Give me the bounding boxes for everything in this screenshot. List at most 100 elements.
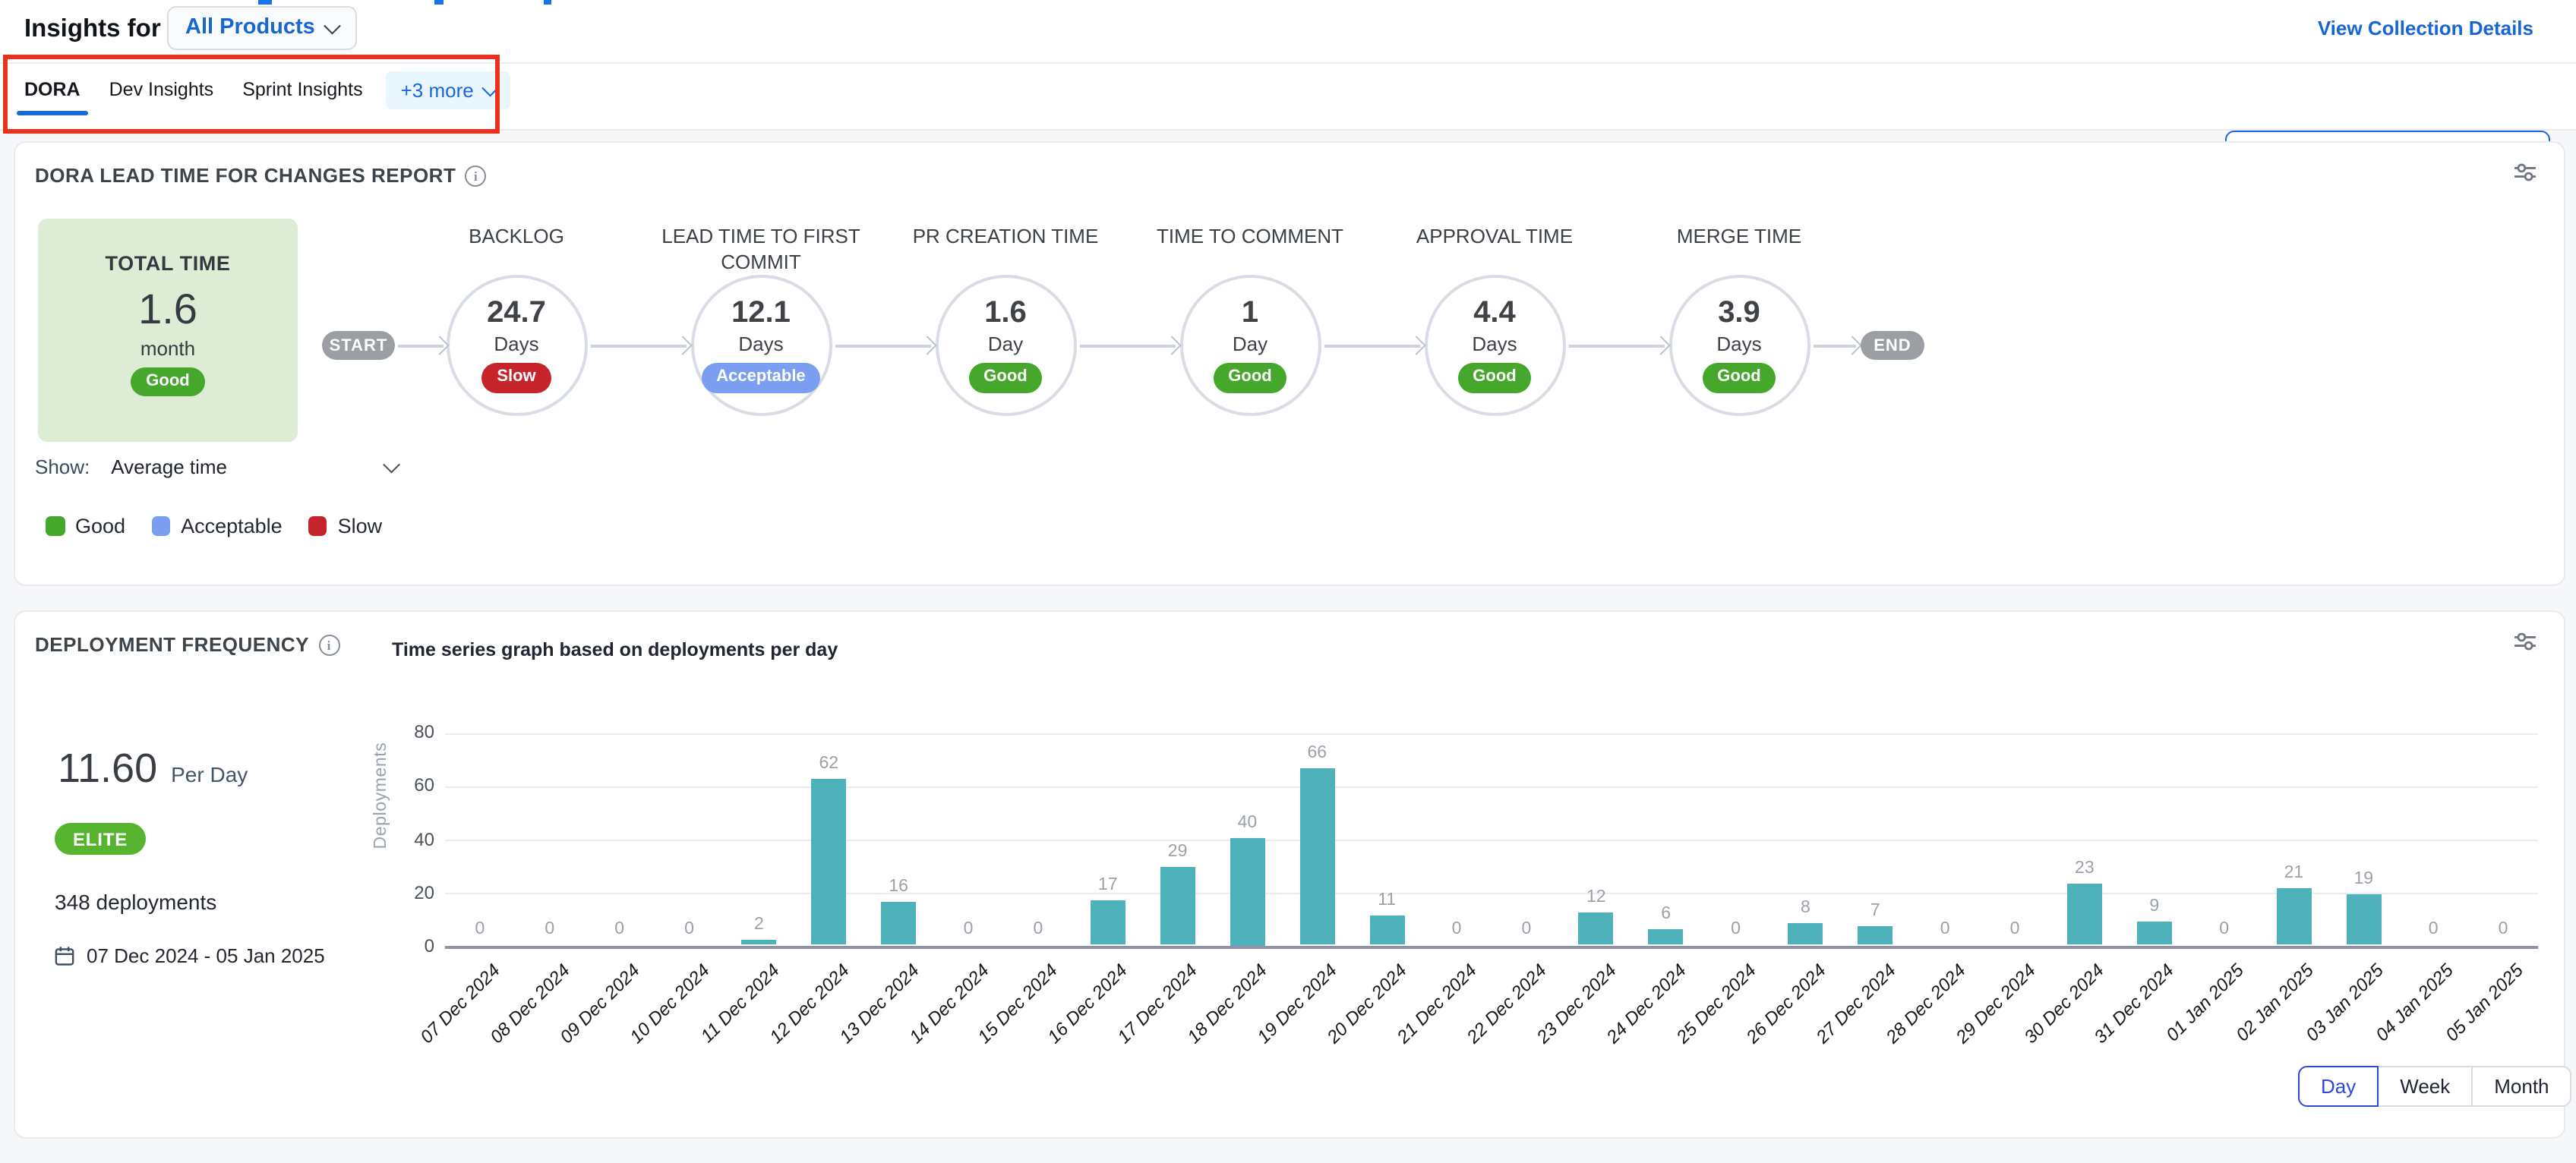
status-legend: Good Acceptable Slow	[46, 515, 382, 537]
flow-start-pill: START	[322, 331, 395, 360]
stage-label: PR CREATION TIME	[884, 223, 1127, 249]
show-label: Show:	[35, 455, 90, 478]
y-axis-tick: 20	[374, 882, 434, 903]
stage-node: 1 Day Good	[1179, 275, 1321, 416]
bar-value-label: 2	[728, 916, 789, 934]
deployment-frequency-card: DEPLOYMENT FREQUENCY i Time series graph…	[14, 610, 2565, 1139]
lead-time-pipeline: START BACKLOG 24.7 Days Slow LEAD TIME TO FIR…	[15, 143, 2564, 585]
bar-value-label: 40	[1217, 814, 1277, 832]
tab-dora[interactable]: DORA	[24, 64, 80, 100]
gridline	[445, 840, 2538, 841]
bar-value-label: 0	[1008, 919, 1069, 938]
stage-label: APPROVAL TIME	[1373, 223, 1616, 249]
stage-status-badge: Good	[1213, 364, 1286, 392]
toggle-week[interactable]: Week	[2377, 1066, 2473, 1107]
chevron-down-icon	[482, 80, 498, 96]
bar-value-label: 8	[1775, 900, 1836, 918]
deployment-bar[interactable]	[1649, 929, 1684, 945]
stage-unit: Day	[1233, 333, 1267, 356]
bar-value-label: 12	[1566, 889, 1627, 907]
chevron-down-icon	[325, 17, 341, 33]
flow-arrow	[1324, 345, 1419, 347]
clipped-content-fragment	[544, 0, 551, 5]
bar-value-label: 0	[938, 919, 999, 938]
stage-value: 1	[1242, 298, 1258, 329]
product-selector-dropdown[interactable]: All Products	[167, 5, 357, 49]
deployment-bar[interactable]	[1788, 924, 1823, 945]
stage-node: 3.9DaysGood	[1668, 275, 1810, 416]
deployment-bar[interactable]	[2137, 921, 2172, 945]
granularity-toggle: DayWeekMonth	[2298, 1066, 2572, 1107]
bar-value-label: 0	[1915, 919, 1975, 938]
stage-status-badge: Good	[1457, 364, 1531, 392]
bar-value-label: 0	[519, 919, 580, 938]
stage-node: 1.6DayGood	[935, 275, 1076, 416]
y-axis-tick: 60	[374, 775, 434, 796]
bar-value-label: 19	[2333, 870, 2394, 888]
stage-value: 3.9	[1718, 298, 1760, 329]
deployment-bar[interactable]	[2276, 889, 2311, 945]
bar-value-label: 66	[1286, 744, 1347, 762]
deployment-bar[interactable]	[1579, 913, 1614, 945]
legend-item: Slow	[308, 515, 383, 537]
legend-swatch	[308, 517, 327, 536]
deployment-bar[interactable]	[1230, 838, 1264, 945]
show-value: Average time	[111, 455, 227, 478]
legend-label: Acceptable	[181, 515, 283, 537]
stage-label: LEAD TIME TO FIRST COMMIT	[639, 223, 882, 275]
toggle-month[interactable]: Month	[2471, 1066, 2571, 1107]
legend-label: Good	[75, 515, 125, 537]
page-title: Insights for	[24, 15, 161, 44]
tab-bar: DORA Dev Insights Sprint Insights +3 mor…	[0, 62, 2576, 131]
toggle-day[interactable]: Day	[2298, 1066, 2379, 1107]
tab-sprint-insights[interactable]: Sprint Insights	[242, 64, 362, 100]
stage-status-badge: Acceptable	[701, 364, 820, 392]
bar-value-label: 0	[450, 919, 510, 938]
stage-unit: Days	[494, 333, 538, 356]
deployment-bar[interactable]	[1369, 916, 1404, 945]
deployment-bar[interactable]	[811, 779, 846, 945]
bar-value-label: 17	[1078, 875, 1138, 894]
deployment-bar[interactable]	[1299, 768, 1334, 945]
bar-value-label: 9	[2124, 897, 2185, 915]
deployment-bar[interactable]	[2346, 894, 2381, 945]
gridline	[445, 786, 2538, 788]
bar-value-label: 0	[2403, 919, 2464, 938]
stage-status-badge: Slow	[481, 364, 551, 392]
tab-dev-insights[interactable]: Dev Insights	[109, 64, 214, 100]
top-bar: Insights for All Products View Collectio…	[0, 0, 2576, 128]
flow-arrow	[590, 345, 686, 347]
stage-status-badge: Good	[1702, 364, 1776, 392]
deployment-bar[interactable]	[1091, 900, 1125, 945]
deployments-bar-chart: Deployments 020406080007 Dec 2024008 Dec…	[15, 612, 2564, 1137]
show-metric-dropdown[interactable]: Show: Average time	[35, 455, 396, 478]
dora-lead-time-card: DORA LEAD TIME FOR CHANGES REPORT i TOTA…	[14, 141, 2565, 586]
gridline	[445, 894, 2538, 895]
stage-node: 24.7 Days Slow	[446, 275, 587, 416]
y-axis-tick: 0	[374, 935, 434, 957]
flow-arrow	[1813, 345, 1855, 347]
bar-value-label: 0	[2473, 919, 2533, 938]
y-axis-tick: 80	[374, 721, 434, 742]
bar-value-label: 29	[1148, 843, 1208, 862]
stage-status-badge: Good	[968, 364, 1042, 392]
deployment-bar[interactable]	[2067, 884, 2102, 945]
stage-unit: Days	[1472, 333, 1517, 356]
more-tabs-dropdown[interactable]: +3 more	[386, 71, 511, 109]
bar-value-label: 62	[798, 755, 859, 773]
view-collection-details-link[interactable]: View Collection Details	[2318, 17, 2533, 39]
legend-item: Acceptable	[151, 515, 283, 537]
bar-value-label: 7	[1845, 902, 1905, 920]
stage-node: 12.1DaysAcceptable	[690, 275, 832, 416]
stage-value: 24.7	[487, 298, 546, 329]
deployment-bar[interactable]	[881, 903, 916, 945]
legend-label: Slow	[338, 515, 383, 537]
stage-label: BACKLOG	[395, 223, 638, 249]
flow-arrow	[1079, 345, 1175, 347]
legend-swatch	[46, 517, 65, 536]
deployment-bar[interactable]	[1160, 868, 1195, 945]
chevron-down-icon	[383, 456, 399, 472]
deployment-bar[interactable]	[741, 940, 776, 945]
deployment-bar[interactable]	[1858, 926, 1893, 945]
bar-value-label: 0	[2194, 919, 2255, 938]
